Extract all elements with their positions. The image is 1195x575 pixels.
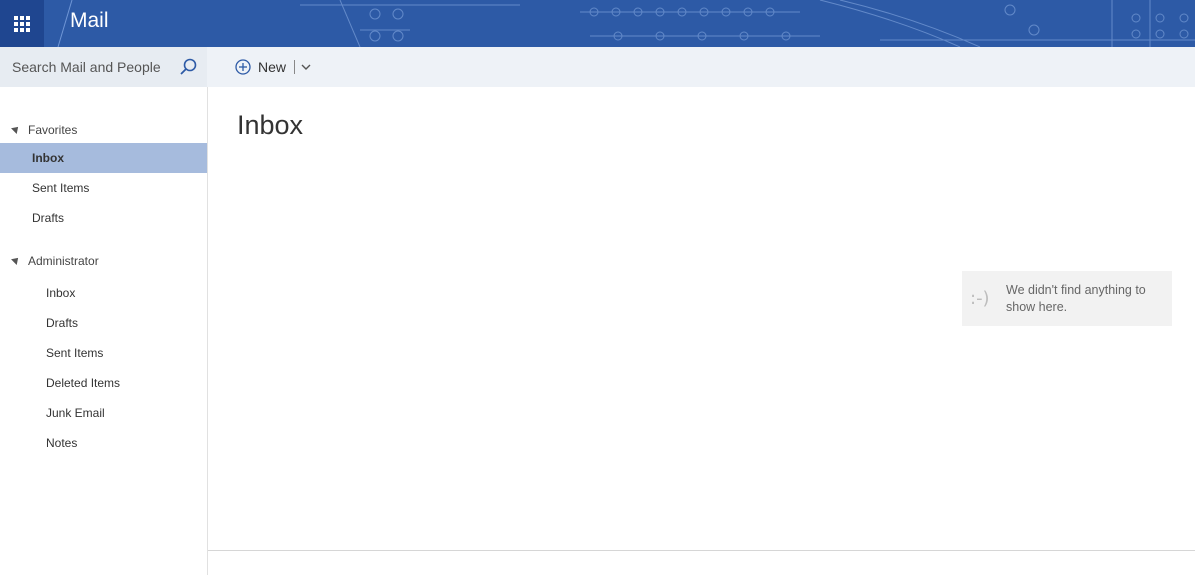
favorites-item-drafts[interactable]: Drafts: [0, 203, 207, 233]
new-button-label: New: [258, 59, 287, 75]
folder-pane: Favorites Inbox Sent Items Drafts Admini…: [0, 47, 208, 575]
emoticon-icon: :-): [970, 288, 990, 309]
empty-message: We didn't find anything to show here.: [1006, 282, 1146, 314]
chevron-down-icon[interactable]: [300, 61, 312, 73]
folder-item-junk-email[interactable]: Junk Email: [0, 398, 207, 428]
folder-tree: Favorites Inbox Sent Items Drafts Admini…: [0, 117, 207, 458]
search-input[interactable]: [10, 58, 174, 76]
empty-state: :-) We didn't find anything to show here…: [962, 271, 1172, 326]
folder-item-inbox[interactable]: Inbox: [0, 278, 207, 308]
folder-item-sent-items[interactable]: Sent Items: [0, 338, 207, 368]
folder-item-notes[interactable]: Notes: [0, 428, 207, 458]
search-box[interactable]: [0, 47, 207, 87]
waffle-icon: [14, 15, 30, 32]
search-icon[interactable]: [178, 57, 198, 77]
folder-item-drafts[interactable]: Drafts: [0, 308, 207, 338]
app-launcher-button[interactable]: [0, 0, 44, 47]
blueprint-background: [57, 0, 1195, 47]
favorites-group-header[interactable]: Favorites: [0, 117, 207, 143]
folder-item-deleted-items[interactable]: Deleted Items: [0, 368, 207, 398]
reading-pane-divider: [208, 550, 1195, 551]
add-circle-icon: [235, 59, 251, 75]
new-message-button[interactable]: New: [235, 47, 286, 87]
favorites-item-inbox[interactable]: Inbox: [0, 143, 207, 173]
app-title[interactable]: Mail: [70, 9, 109, 33]
favorites-item-sent-items[interactable]: Sent Items: [0, 173, 207, 203]
folder-title: Inbox: [237, 110, 304, 140]
account-group-header[interactable]: Administrator: [0, 248, 207, 274]
header-bar: Mail: [0, 0, 1195, 47]
account-label: Administrator: [28, 254, 99, 268]
collapse-triangle-icon[interactable]: [11, 255, 21, 265]
command-bar: New: [207, 47, 1195, 87]
favorites-label: Favorites: [28, 123, 78, 137]
collapse-triangle-icon[interactable]: [11, 124, 21, 134]
divider: [294, 60, 295, 74]
